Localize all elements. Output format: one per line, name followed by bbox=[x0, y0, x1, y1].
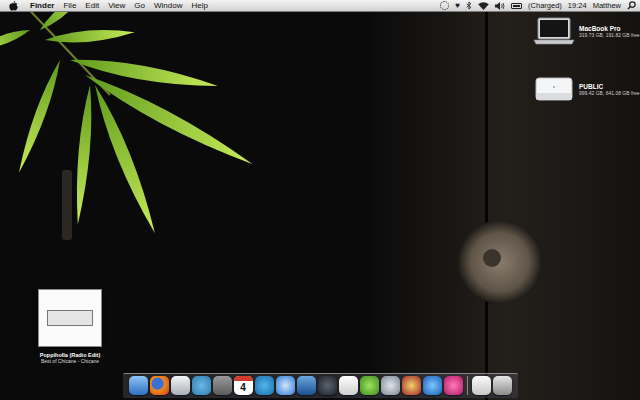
bluetooth-icon[interactable] bbox=[466, 1, 472, 10]
album-art bbox=[38, 289, 102, 347]
menu-item[interactable]: File bbox=[63, 0, 76, 11]
disc-icon[interactable] bbox=[402, 376, 421, 395]
app-icon[interactable] bbox=[423, 376, 442, 395]
apple-icon[interactable] bbox=[9, 1, 18, 11]
menu-item[interactable]: Go bbox=[134, 0, 145, 11]
track-title: Poppiholla (Radio Edit) bbox=[40, 352, 101, 358]
calendar-day: 4 bbox=[240, 381, 246, 394]
drive-name: MacBook Pro bbox=[579, 25, 640, 32]
drive-info: 999.42 GB, 641.08 GB free bbox=[579, 90, 640, 96]
trash-icon[interactable] bbox=[493, 376, 512, 395]
calendar-icon[interactable]: 4 bbox=[234, 376, 253, 395]
menu-item[interactable]: Edit bbox=[85, 0, 99, 11]
camera-icon[interactable] bbox=[318, 376, 337, 395]
generic-icon[interactable] bbox=[213, 376, 232, 395]
volume-icon[interactable] bbox=[495, 2, 505, 10]
desktop: Finder File Edit View Go Window Help ♥ (Charged)… bbox=[0, 0, 640, 400]
menu-item[interactable]: Help bbox=[191, 0, 207, 11]
spotlight-icon[interactable] bbox=[627, 1, 636, 10]
battery-status[interactable]: (Charged) bbox=[528, 0, 562, 11]
spotify-icon[interactable] bbox=[360, 376, 379, 395]
dock-separator bbox=[467, 376, 468, 395]
battery-icon[interactable] bbox=[511, 3, 522, 9]
app-icon[interactable] bbox=[444, 376, 463, 395]
documents-icon[interactable] bbox=[472, 376, 491, 395]
desktop-icon[interactable]: PUBLIC999.42 GB, 641.08 GB free bbox=[533, 75, 640, 103]
drive-name: PUBLIC bbox=[579, 83, 640, 90]
mail-icon[interactable] bbox=[171, 376, 190, 395]
drive-info: 319.73 GB, 191.82 GB free bbox=[579, 32, 640, 38]
laptop-icon bbox=[533, 17, 575, 45]
heart-icon[interactable]: ♥ bbox=[455, 0, 460, 11]
wifi-icon[interactable] bbox=[478, 2, 489, 10]
firefox-icon[interactable] bbox=[150, 376, 169, 395]
safari-icon[interactable] bbox=[276, 376, 295, 395]
messenger-icon[interactable] bbox=[192, 376, 211, 395]
itunes-icon[interactable] bbox=[381, 376, 400, 395]
text-icon[interactable] bbox=[339, 376, 358, 395]
dock: 4 bbox=[123, 373, 518, 398]
menu-bar: Finder File Edit View Go Window Help ♥ (Charged)… bbox=[0, 0, 640, 12]
drive-icon bbox=[533, 75, 575, 103]
preview-icon[interactable] bbox=[297, 376, 316, 395]
finder-icon[interactable] bbox=[129, 376, 148, 395]
twitter-icon[interactable] bbox=[255, 376, 274, 395]
gear-icon[interactable] bbox=[440, 1, 449, 10]
app-menu[interactable]: Finder bbox=[30, 0, 54, 11]
desktop-icon[interactable]: MacBook Pro319.73 GB, 191.82 GB free bbox=[533, 17, 640, 45]
now-playing-widget[interactable]: Poppiholla (Radio Edit)Best of Chicane -… bbox=[20, 289, 120, 364]
menu-item[interactable]: View bbox=[108, 0, 125, 11]
menu-item[interactable]: Window bbox=[154, 0, 182, 11]
clock[interactable]: 19:24 bbox=[568, 0, 587, 11]
track-artist: Best of Chicane - Chicane bbox=[41, 358, 99, 364]
user-menu[interactable]: Matthew bbox=[593, 0, 621, 11]
